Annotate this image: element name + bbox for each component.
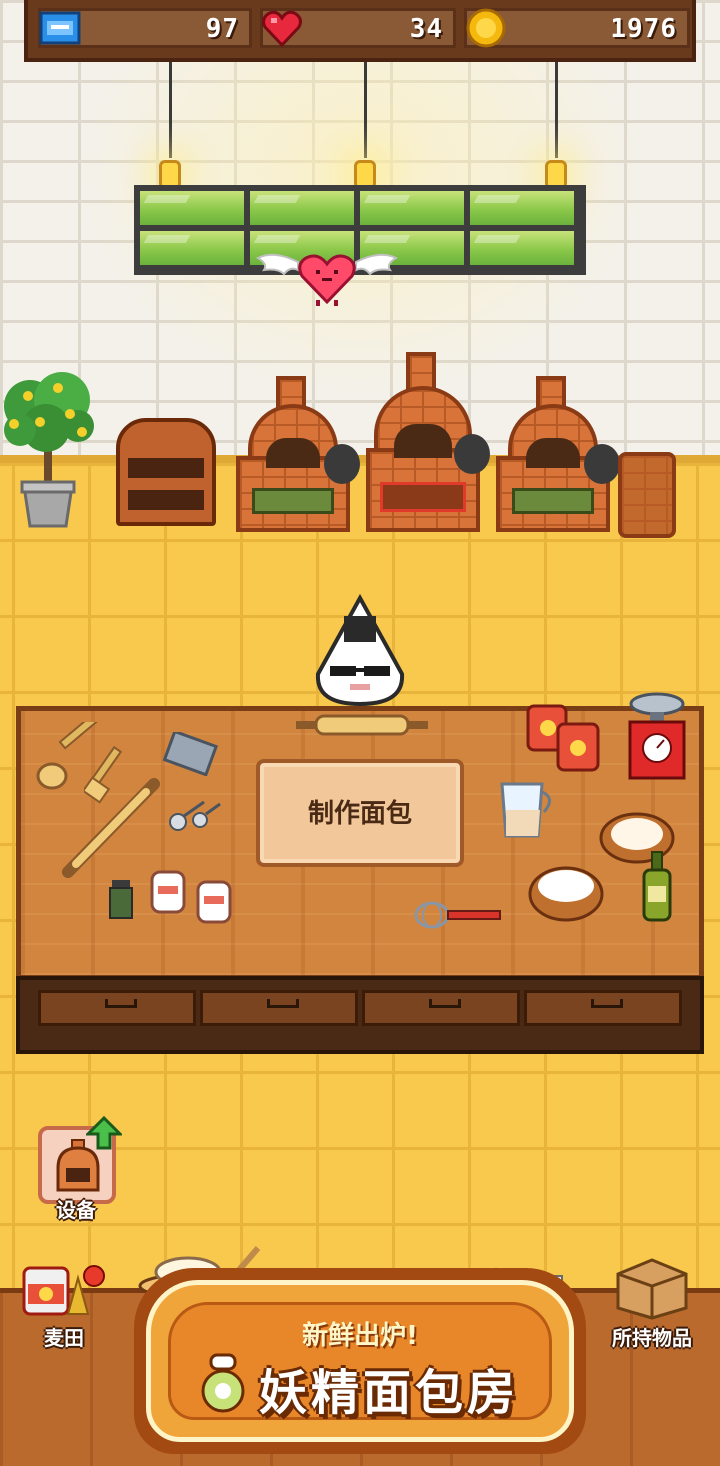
whisk-icon (414, 901, 501, 929)
rolling-pin-icon (62, 778, 160, 878)
spice-jar-icon (109, 880, 133, 919)
game-logo: 新鲜出炉! 妖精面包房 (168, 1302, 552, 1421)
baking-tray-icon (162, 732, 218, 776)
wheat-field-label: 麦田 (44, 1326, 84, 1350)
rolling-pin-icon (296, 714, 428, 736)
flour-bags-icon (526, 704, 600, 772)
onigiri-baker-character[interactable] (310, 594, 410, 706)
salt-jar-icon (150, 870, 186, 914)
wheat-field-icon (22, 1265, 105, 1316)
brick-oven-3[interactable] (496, 376, 620, 532)
heart-count: 34 (409, 14, 443, 44)
measuring-cup-icon (500, 782, 551, 838)
logo-title: 妖精面包房 (258, 1365, 519, 1421)
lamp-wire (364, 62, 367, 158)
olive-oil-bottle-icon (642, 851, 672, 922)
sugar-jar-icon (196, 880, 232, 924)
upgrade-arrow-icon (86, 1116, 122, 1150)
coin-count: 1976 (610, 14, 677, 44)
potted-lemon-tree[interactable] (0, 366, 100, 536)
lamp-wire (555, 62, 558, 158)
brick-oven-1[interactable] (236, 376, 360, 532)
heart-icon (262, 10, 302, 48)
coin-icon (466, 8, 506, 48)
winged-heart-mascot[interactable] (254, 244, 400, 308)
ticket-counter[interactable]: 97 (38, 8, 252, 48)
brick-oven-2[interactable] (366, 352, 490, 532)
make-bread-label: 制作面包 (307, 799, 412, 829)
resource-bar: 97 34 1976 (24, 0, 696, 62)
measuring-spoons-icon (169, 800, 221, 831)
inventory-label: 所持物品 (612, 1326, 692, 1350)
equipment-label: 设备 (56, 1198, 96, 1222)
firewood-stack[interactable] (618, 452, 676, 538)
bread-rack[interactable] (116, 418, 216, 526)
ticket-count: 97 (205, 14, 239, 44)
flour-bowl-icon (528, 866, 604, 922)
logo-subtitle: 新鲜出炉! (302, 1321, 418, 1351)
kitchen-scale-icon (628, 692, 686, 780)
coin-counter[interactable]: 1976 (464, 8, 690, 48)
make-bread-button[interactable]: 制作面包 (256, 759, 464, 867)
cardboard-box-icon (616, 1258, 688, 1320)
heart-counter[interactable]: 34 (260, 8, 456, 48)
counter-drawers (16, 976, 704, 1054)
ticket-icon (39, 11, 81, 45)
lamp-wire (169, 62, 172, 158)
